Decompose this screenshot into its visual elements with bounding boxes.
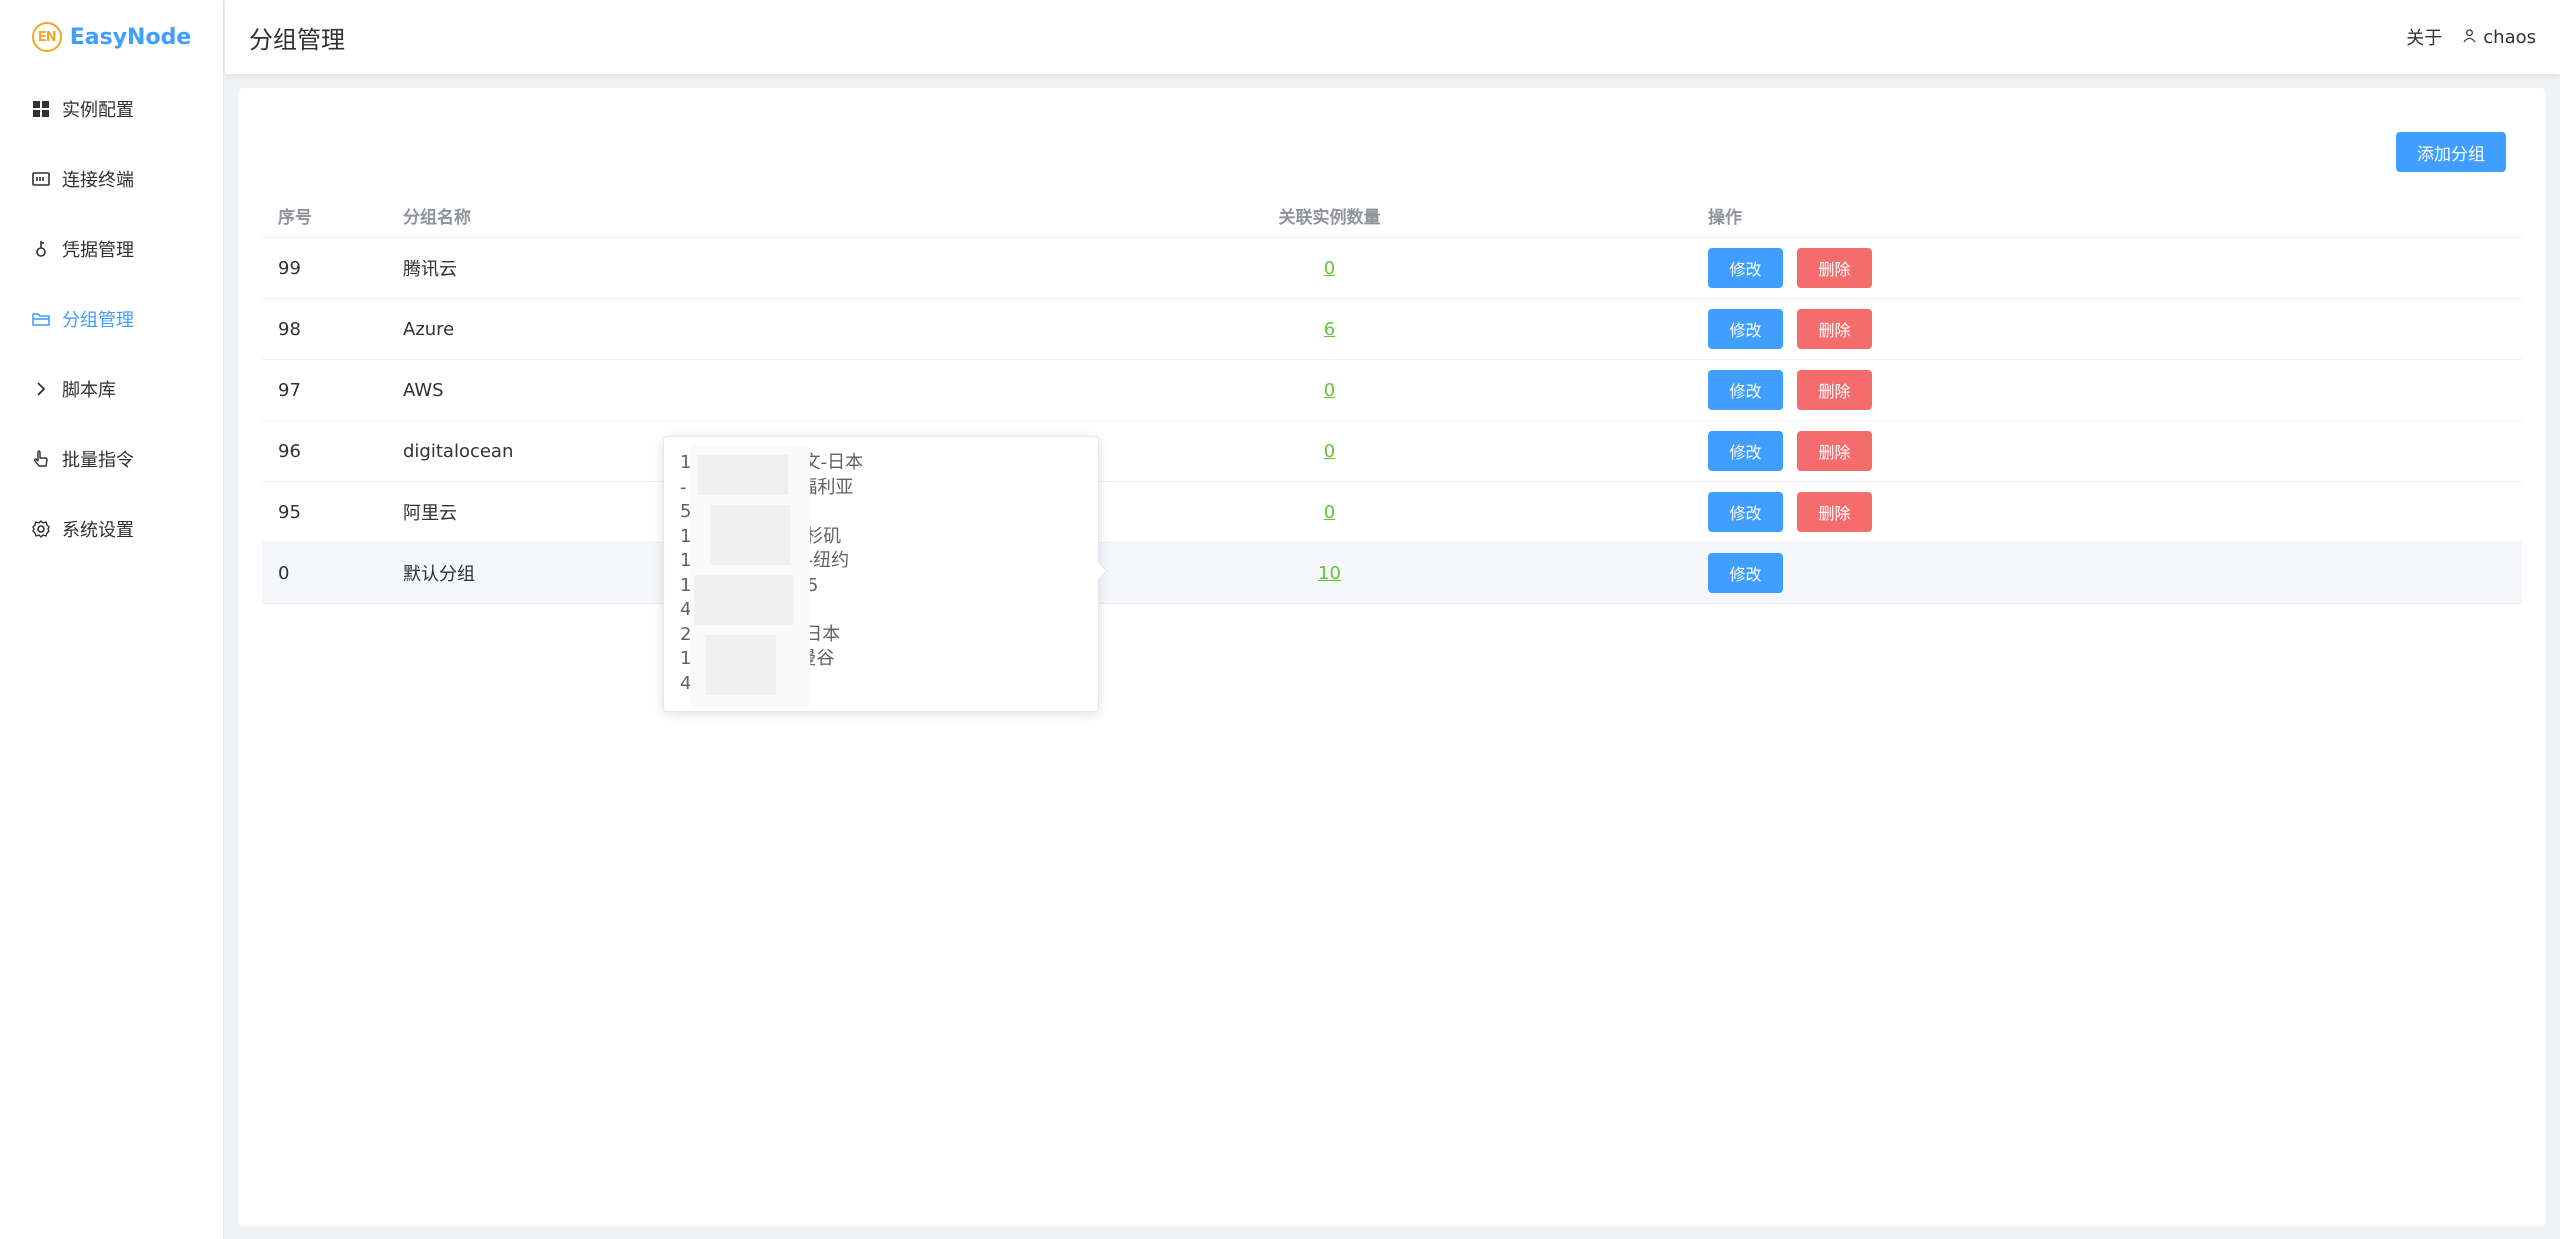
instance-count-link[interactable]: 10 — [1318, 563, 1341, 584]
row-name: Azure — [403, 318, 455, 340]
column-header-actions: 操作 — [1708, 208, 1742, 228]
sidebar-item-groups[interactable]: 分组管理 — [0, 284, 223, 354]
group-table: 序号 分组名称 关联实例数量 操作 99 腾讯云 0 修改 删除 98 Azur… — [262, 194, 2522, 604]
pointer-icon — [30, 448, 52, 470]
sidebar-item-batch-commands[interactable]: 批量指令 — [0, 424, 223, 494]
edit-button[interactable]: 修改 — [1708, 248, 1783, 288]
delete-button[interactable]: 删除 — [1797, 248, 1872, 288]
redaction-mask — [690, 445, 810, 707]
row-index: 0 — [278, 562, 290, 584]
column-header-name: 分组名称 — [403, 208, 471, 228]
row-name: 腾讯云 — [403, 259, 457, 280]
table-header: 序号 分组名称 关联实例数量 操作 — [262, 194, 2522, 238]
group-management-card: 添加分组 序号 分组名称 关联实例数量 操作 99 腾讯云 0 修改 删除 98… — [238, 88, 2546, 1226]
instance-count-link[interactable]: 0 — [1324, 258, 1335, 279]
row-index: 98 — [278, 318, 301, 340]
sidebar-item-terminal[interactable]: 连接终端 — [0, 144, 223, 214]
user-menu[interactable]: chaos — [2462, 27, 2536, 48]
user-icon — [2462, 27, 2477, 48]
table-row: 99 腾讯云 0 修改 删除 — [262, 238, 2522, 299]
sidebar-item-label: 分组管理 — [62, 310, 134, 331]
instance-count-link[interactable]: 0 — [1324, 502, 1335, 523]
column-header-index: 序号 — [278, 208, 312, 228]
edit-button[interactable]: 修改 — [1708, 370, 1783, 410]
instance-list-tooltip: 15 3 - 03 甲骨文-日本 - 05 哇沃-加利福利亚 5 06 AWS-… — [663, 436, 1108, 712]
gear-icon — [30, 518, 52, 540]
instance-count-link[interactable]: 0 — [1324, 380, 1335, 401]
edit-button[interactable]: 修改 — [1708, 431, 1783, 471]
logo-badge-icon: EN — [31, 22, 62, 52]
delete-button[interactable]: 删除 — [1797, 492, 1872, 532]
sidebar-item-settings[interactable]: 系统设置 — [0, 494, 223, 564]
edit-button[interactable]: 修改 — [1708, 492, 1783, 532]
username: chaos — [2483, 26, 2536, 48]
row-index: 99 — [278, 257, 301, 279]
sidebar-item-instances[interactable]: 实例配置 — [0, 74, 223, 144]
row-name: AWS — [403, 379, 444, 401]
row-index: 97 — [278, 379, 301, 401]
sidebar-item-label: 实例配置 — [62, 100, 134, 121]
sidebar-item-scripts[interactable]: 脚本库 — [0, 354, 223, 424]
sidebar-item-label: 凭据管理 — [62, 240, 134, 261]
header-actions: 关于 chaos — [2406, 24, 2536, 50]
app-name: EasyNode — [69, 24, 192, 50]
edit-button[interactable]: 修改 — [1708, 553, 1783, 593]
chevron-right-icon — [30, 378, 52, 400]
sidebar-item-label: 脚本库 — [62, 380, 116, 401]
add-group-button[interactable]: 添加分组 — [2396, 132, 2506, 172]
terminal-icon — [30, 168, 52, 190]
about-link[interactable]: 关于 — [2406, 24, 2442, 50]
folder-icon — [30, 308, 52, 330]
row-index: 96 — [278, 440, 301, 462]
page-title: 分组管理 — [249, 25, 345, 54]
edit-button[interactable]: 修改 — [1708, 309, 1783, 349]
table-row: 95 阿里云 0 修改 删除 — [262, 482, 2522, 543]
column-header-count: 关联实例数量 — [1278, 208, 1381, 228]
table-row: 96 digitalocean 0 修改 删除 — [262, 421, 2522, 482]
table-row: 97 AWS 0 修改 删除 — [262, 360, 2522, 421]
grid-icon — [30, 98, 52, 120]
delete-button[interactable]: 删除 — [1797, 370, 1872, 410]
delete-button[interactable]: 删除 — [1797, 309, 1872, 349]
sidebar-item-label: 连接终端 — [62, 170, 134, 191]
delete-button[interactable]: 删除 — [1797, 431, 1872, 471]
row-index: 95 — [278, 501, 301, 523]
instance-count-link[interactable]: 6 — [1324, 319, 1335, 340]
sidebar-item-credentials[interactable]: 凭据管理 — [0, 214, 223, 284]
table-row: 0 默认分组 10 修改 — [262, 543, 2522, 604]
instance-count-link[interactable]: 0 — [1324, 441, 1335, 462]
sidebar: EN EasyNode 实例配置 连接终端 凭据管理 分组管理 脚本库 批量指令… — [0, 0, 224, 1239]
sidebar-menu: 实例配置 连接终端 凭据管理 分组管理 脚本库 批量指令 系统设置 — [0, 74, 223, 564]
sidebar-item-label: 批量指令 — [62, 450, 134, 471]
table-row: 98 Azure 6 修改 删除 — [262, 299, 2522, 360]
app-logo[interactable]: EN EasyNode — [0, 0, 223, 74]
sidebar-item-label: 系统设置 — [62, 520, 134, 541]
top-header: 分组管理 关于 chaos — [225, 0, 2560, 74]
key-icon — [30, 238, 52, 260]
